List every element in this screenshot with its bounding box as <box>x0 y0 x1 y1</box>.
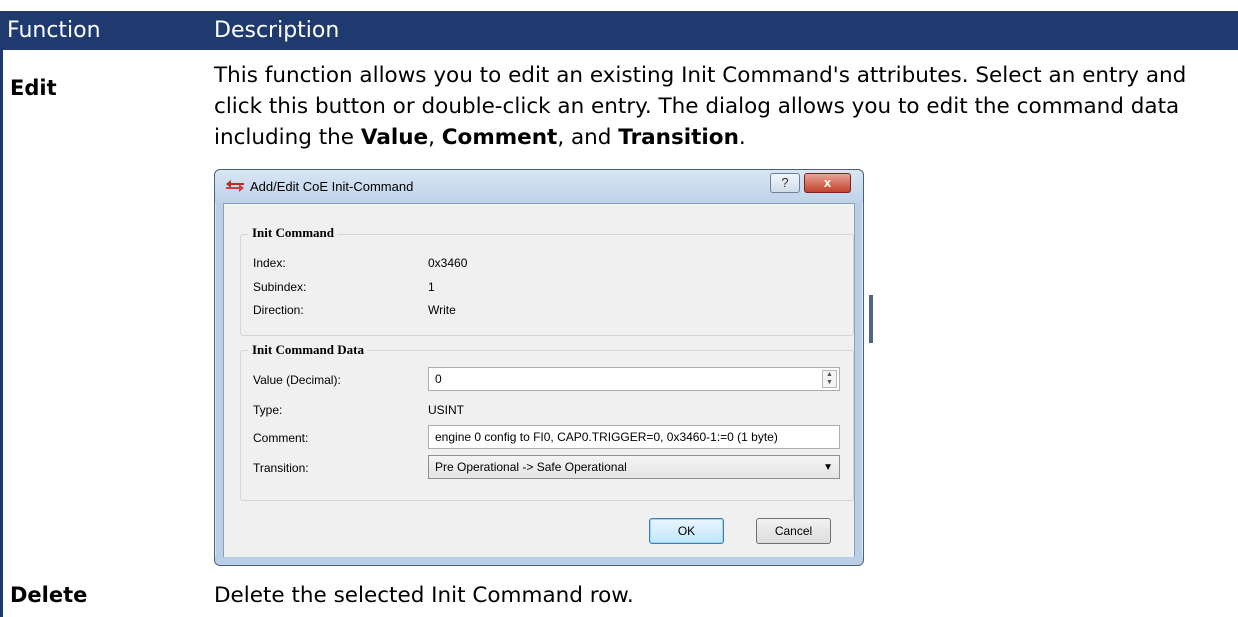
desc-bold-transition: Transition <box>618 125 739 150</box>
desc-bold-value: Value <box>360 125 429 150</box>
table-header: Function Description <box>0 11 1238 50</box>
comment-field[interactable]: engine 0 config to FI0, CAP0.TRIGGER=0, … <box>428 425 840 449</box>
direction-value: Write <box>428 303 456 317</box>
comment-label: Comment: <box>253 431 309 445</box>
dialog-title: Add/Edit CoE Init-Command <box>250 179 414 194</box>
direction-label: Direction: <box>253 303 304 317</box>
type-label: Type: <box>253 403 283 417</box>
function-table: Function Description Edit This function … <box>0 0 1238 617</box>
subindex-label: Subindex: <box>253 280 307 294</box>
help-button[interactable]: ? <box>770 173 800 193</box>
index-value: 0x3460 <box>428 256 468 270</box>
row-edit-description: This function allows you to edit an exis… <box>214 60 1234 153</box>
header-description: Description <box>214 18 340 43</box>
header-function: Function <box>7 18 101 43</box>
comment-text: engine 0 config to FI0, CAP0.TRIGGER=0, … <box>435 430 778 444</box>
close-button[interactable]: x <box>804 173 851 193</box>
index-label: Index: <box>253 256 286 270</box>
value-spinner[interactable]: ▲ ▼ <box>822 370 837 388</box>
dialog-bottom-edge <box>215 557 863 565</box>
cancel-button[interactable]: Cancel <box>756 518 831 544</box>
subindex-value: 1 <box>428 280 435 294</box>
transition-selected: Pre Operational -> Safe Operational <box>435 460 627 474</box>
transfer-arrows-icon <box>226 180 244 192</box>
transition-label: Transition: <box>253 461 309 475</box>
value-label: Value (Decimal): <box>253 373 341 387</box>
chevron-down-icon: ▼ <box>823 462 833 473</box>
row-edit-function: Edit <box>10 76 57 100</box>
desc-bold-comment: Comment <box>441 125 558 150</box>
value-field[interactable]: 0 ▲ ▼ <box>428 367 840 391</box>
edit-init-command-dialog: Add/Edit CoE Init-Command ? x Init Comma… <box>214 169 864 566</box>
type-value: USINT <box>428 403 464 417</box>
desc-text: . <box>738 125 746 150</box>
row-delete-function: Delete <box>10 583 88 607</box>
table-border <box>0 50 3 617</box>
dialog-body: Init Command Index: 0x3460 Subindex: 1 D… <box>223 203 855 559</box>
dialog-titlebar[interactable]: Add/Edit CoE Init-Command ? x <box>215 170 863 203</box>
value-text: 0 <box>435 372 442 386</box>
desc-text: , <box>428 125 442 150</box>
transition-dropdown[interactable]: Pre Operational -> Safe Operational ▼ <box>428 455 840 479</box>
window-shadow <box>869 295 873 343</box>
ok-button[interactable]: OK <box>649 518 724 544</box>
desc-text: , and <box>557 125 619 150</box>
init-command-group <box>240 234 854 336</box>
row-delete-description: Delete the selected Init Command row. <box>214 583 634 608</box>
init-command-data-group-title: Init Command Data <box>248 342 368 358</box>
init-command-group-title: Init Command <box>248 225 338 241</box>
